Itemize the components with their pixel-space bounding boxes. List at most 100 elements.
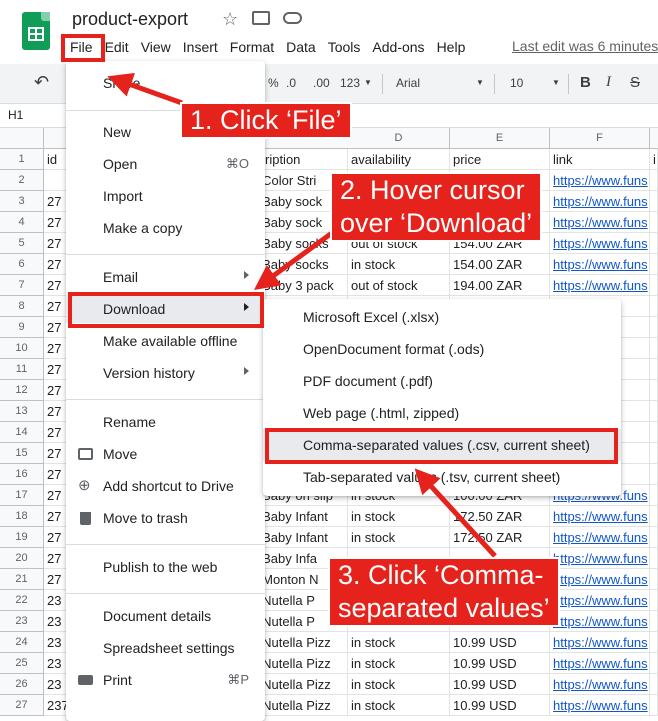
grid-cell[interactable] bbox=[650, 170, 658, 191]
italic-icon[interactable]: I bbox=[606, 74, 611, 91]
grid-cell[interactable] bbox=[650, 359, 658, 380]
grid-cell[interactable] bbox=[650, 212, 658, 233]
row-header[interactable]: 23 bbox=[0, 611, 44, 632]
menu-file[interactable]: File bbox=[64, 38, 99, 60]
more-formats-button[interactable]: 123 bbox=[340, 76, 360, 90]
menu-item-import[interactable]: Import bbox=[66, 182, 265, 210]
row-header[interactable]: 24 bbox=[0, 632, 44, 653]
decrease-decimal-button[interactable]: .0 bbox=[286, 76, 296, 90]
menu-item-move[interactable]: Move bbox=[66, 440, 265, 468]
menu-item-rename[interactable]: Rename bbox=[66, 408, 265, 436]
grid-cell[interactable]: 172.50 ZAR bbox=[450, 506, 550, 527]
font-select[interactable]: Arial bbox=[396, 76, 420, 90]
menu-item-details[interactable]: Document details bbox=[66, 602, 265, 630]
menu-item-offline[interactable]: Make available offline bbox=[66, 327, 265, 355]
menu-insert[interactable]: Insert bbox=[177, 38, 224, 60]
grid-cell[interactable]: in stock bbox=[348, 254, 450, 275]
download-pdf[interactable]: PDF document (.pdf) bbox=[263, 365, 621, 397]
menu-format[interactable]: Format bbox=[224, 38, 280, 60]
menu-item-trash[interactable]: Move to trash bbox=[66, 504, 265, 532]
strikethrough-icon[interactable]: S bbox=[630, 74, 640, 91]
move-folder-icon[interactable] bbox=[252, 11, 270, 25]
grid-cell[interactable] bbox=[650, 632, 658, 653]
menu-item-print[interactable]: Print ⌘P bbox=[66, 666, 265, 694]
row-header[interactable]: 21 bbox=[0, 569, 44, 590]
grid-cell[interactable]: https://www.funs bbox=[550, 506, 650, 527]
menu-view[interactable]: View bbox=[135, 38, 177, 60]
menu-item-open[interactable]: Open ⌘O bbox=[66, 150, 265, 178]
star-icon[interactable]: ☆ bbox=[222, 9, 238, 30]
row-header[interactable]: 12 bbox=[0, 380, 44, 401]
grid-cell[interactable]: https://www.funs bbox=[550, 191, 650, 212]
grid-cell[interactable]: price bbox=[450, 149, 550, 170]
grid-cell[interactable]: out of stock bbox=[348, 275, 450, 296]
row-header[interactable]: 14 bbox=[0, 422, 44, 443]
grid-cell[interactable] bbox=[650, 653, 658, 674]
grid-cell[interactable]: https://www.funs bbox=[550, 275, 650, 296]
menu-item-email[interactable]: Email bbox=[66, 263, 265, 291]
row-header[interactable]: 4 bbox=[0, 212, 44, 233]
menu-item-add-shortcut[interactable]: ⊕ Add shortcut to Drive bbox=[66, 472, 265, 500]
grid-cell[interactable]: https://www.funs bbox=[550, 527, 650, 548]
grid-cell[interactable]: https://www.funs bbox=[550, 569, 650, 590]
grid-cell[interactable]: 154.00 ZAR bbox=[450, 254, 550, 275]
download-ods[interactable]: OpenDocument format (.ods) bbox=[263, 333, 621, 365]
grid-cell[interactable] bbox=[650, 296, 658, 317]
grid-cell[interactable] bbox=[650, 422, 658, 443]
grid-cell[interactable] bbox=[650, 380, 658, 401]
grid-cell[interactable] bbox=[650, 485, 658, 506]
grid-cell[interactable]: https://www.funs bbox=[550, 632, 650, 653]
row-header[interactable]: 7 bbox=[0, 275, 44, 296]
grid-cell[interactable]: https://www.funs bbox=[550, 170, 650, 191]
grid-cell[interactable] bbox=[650, 443, 658, 464]
download-xlsx[interactable]: Microsoft Excel (.xlsx) bbox=[263, 301, 621, 333]
menu-item-version-history[interactable]: Version history bbox=[66, 359, 265, 387]
row-header[interactable]: 17 bbox=[0, 485, 44, 506]
percent-format-button[interactable]: % bbox=[268, 76, 279, 90]
grid-cell[interactable]: in stock bbox=[348, 653, 450, 674]
column-header[interactable]: E bbox=[450, 128, 550, 149]
row-header[interactable]: 5 bbox=[0, 233, 44, 254]
row-header[interactable]: 22 bbox=[0, 590, 44, 611]
row-header[interactable]: 13 bbox=[0, 401, 44, 422]
grid-cell[interactable] bbox=[650, 695, 658, 716]
menu-help[interactable]: Help bbox=[431, 38, 472, 60]
grid-cell[interactable]: i bbox=[650, 149, 658, 170]
grid-cell[interactable] bbox=[650, 674, 658, 695]
menu-tools[interactable]: Tools bbox=[322, 38, 367, 60]
menu-item-make-copy[interactable]: Make a copy bbox=[66, 214, 265, 242]
grid-cell[interactable]: in stock bbox=[348, 632, 450, 653]
row-header[interactable]: 27 bbox=[0, 695, 44, 716]
grid-cell[interactable]: https://www.funs bbox=[550, 548, 650, 569]
grid-cell[interactable]: 10.99 USD bbox=[450, 632, 550, 653]
row-header[interactable]: 20 bbox=[0, 548, 44, 569]
row-header[interactable]: 1 bbox=[0, 149, 44, 170]
column-header[interactable]: F bbox=[550, 128, 650, 149]
grid-cell[interactable] bbox=[650, 338, 658, 359]
grid-cell[interactable]: https://www.funs bbox=[550, 611, 650, 632]
download-csv[interactable]: Comma-separated values (.csv, current sh… bbox=[263, 429, 621, 461]
row-header[interactable]: 8 bbox=[0, 296, 44, 317]
menu-edit[interactable]: Edit bbox=[99, 38, 135, 60]
grid-cell[interactable] bbox=[650, 590, 658, 611]
grid-cell[interactable] bbox=[650, 401, 658, 422]
grid-cell[interactable] bbox=[650, 464, 658, 485]
row-header[interactable]: 11 bbox=[0, 359, 44, 380]
menu-item-share[interactable]: Share bbox=[66, 69, 265, 97]
undo-icon[interactable]: ↶ bbox=[34, 72, 49, 93]
grid-cell[interactable] bbox=[650, 506, 658, 527]
grid-cell[interactable]: https://www.funs bbox=[550, 254, 650, 275]
select-all-corner[interactable] bbox=[0, 128, 44, 149]
row-header[interactable]: 6 bbox=[0, 254, 44, 275]
download-tsv[interactable]: Tab-separated values (.tsv, current shee… bbox=[263, 461, 621, 493]
grid-cell[interactable] bbox=[650, 191, 658, 212]
grid-cell[interactable]: in stock bbox=[348, 506, 450, 527]
cloud-status-icon[interactable] bbox=[283, 12, 302, 24]
bold-button[interactable]: B bbox=[580, 74, 591, 91]
grid-cell[interactable] bbox=[650, 233, 658, 254]
row-header[interactable]: 15 bbox=[0, 443, 44, 464]
font-size-select[interactable]: 10 bbox=[510, 76, 523, 90]
grid-cell[interactable]: https://www.funs bbox=[550, 233, 650, 254]
document-title[interactable]: product-export bbox=[72, 9, 188, 30]
grid-cell[interactable] bbox=[650, 254, 658, 275]
